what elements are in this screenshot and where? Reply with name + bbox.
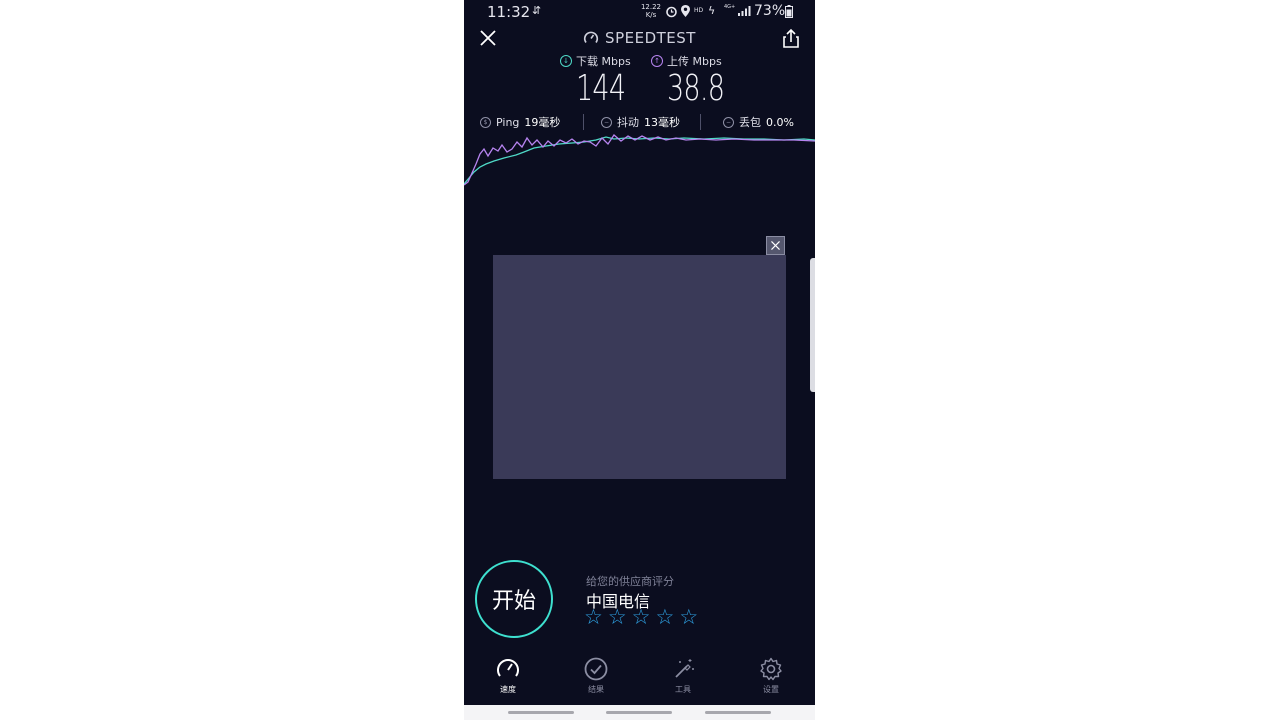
star-icon[interactable]: ☆ [632, 605, 651, 629]
home-gesture[interactable] [606, 711, 672, 714]
battery-icon [785, 5, 793, 18]
network-type: 4G+ [724, 4, 736, 10]
net-speed: 12.22 K/s [640, 3, 662, 19]
star-icon[interactable]: ☆ [679, 605, 698, 629]
location-icon [681, 5, 690, 17]
download-label: ↓ 下载 Mbps [560, 53, 631, 69]
hd-icon: HD [694, 7, 704, 14]
upload-value: 38.8 [667, 68, 725, 109]
recents-gesture[interactable] [508, 711, 574, 714]
magic-wand-icon [675, 659, 694, 678]
app-title: SPEEDTEST [605, 29, 696, 47]
ping-icon: $ [480, 116, 491, 128]
upload-graph-line [464, 134, 815, 186]
net-speed-value: 12.22 [640, 3, 662, 11]
edge-panel-handle[interactable] [810, 258, 815, 392]
check-circle-icon [584, 657, 608, 681]
upload-arrow-icon: ↑ [651, 55, 663, 67]
back-gesture[interactable] [705, 711, 771, 714]
star-icon[interactable]: ☆ [608, 605, 627, 629]
data-sync-icon: ⇵ [532, 4, 542, 17]
nav-results-label: 结果 [588, 685, 604, 694]
download-value: 144 [576, 68, 626, 109]
star-icon[interactable]: ☆ [655, 605, 674, 629]
packet-loss-icon: − [723, 116, 734, 128]
nav-tools-label: 工具 [675, 685, 691, 694]
jitter-icon: − [601, 116, 612, 128]
gear-icon [760, 657, 782, 681]
star-rating: ☆ ☆ ☆ ☆ ☆ [584, 605, 698, 629]
nav-speed[interactable]: 速度 [473, 656, 543, 695]
nav-tools[interactable]: 工具 [648, 656, 718, 695]
start-button[interactable]: 开始 [475, 560, 553, 638]
nav-speed-label: 速度 [500, 685, 516, 694]
upload-label: ↑ 上传 Mbps [651, 53, 722, 69]
share-button[interactable] [780, 28, 802, 50]
speedtest-logo-icon [583, 31, 599, 43]
nav-settings[interactable]: 设置 [736, 656, 806, 695]
nav-settings-label: 设置 [763, 685, 779, 694]
download-arrow-icon: ↓ [560, 55, 572, 67]
volte-icon: ϟ [708, 4, 716, 17]
app-header: SPEEDTEST [464, 29, 815, 50]
ad-panel[interactable] [493, 255, 786, 479]
signal-icon [738, 6, 751, 16]
net-speed-unit: K/s [645, 11, 657, 19]
star-icon[interactable]: ☆ [584, 605, 603, 629]
rate-provider-prompt: 给您的供应商评分 [586, 575, 674, 588]
speedometer-icon [497, 659, 519, 677]
nav-results[interactable]: 结果 [561, 656, 631, 695]
phone-screen: 11:32 ⇵ 12.22 K/s HD ϟ 4G+ 73% SPEEDTEST… [464, 0, 815, 720]
ad-close-button[interactable] [766, 236, 785, 255]
download-graph-line [464, 136, 815, 185]
alarm-icon [666, 6, 677, 18]
status-time: 11:32 [487, 3, 531, 21]
speed-graph [464, 134, 815, 186]
battery-percent: 73% [754, 3, 786, 19]
